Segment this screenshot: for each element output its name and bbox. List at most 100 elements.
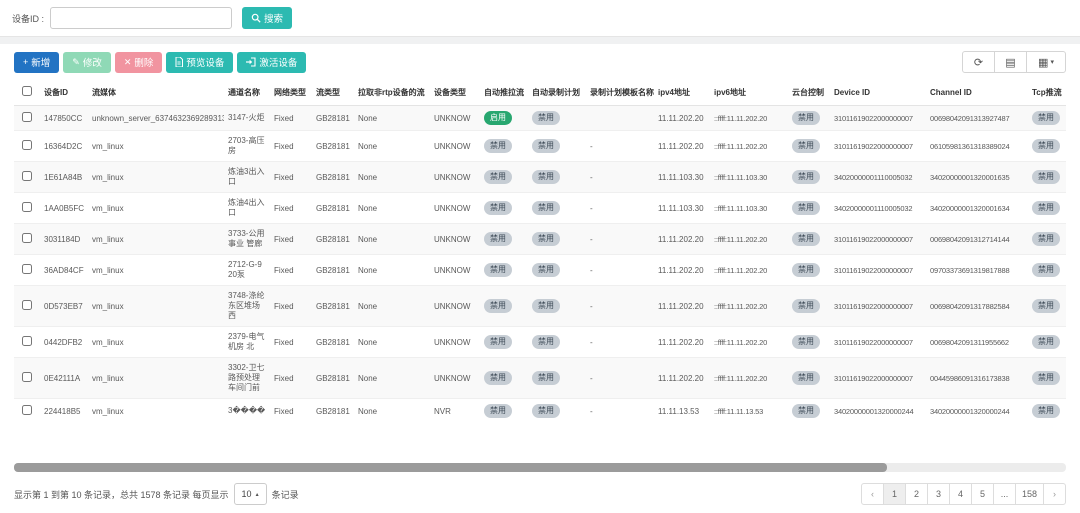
chevron-down-icon: ▾ (1050, 58, 1054, 66)
table-row[interactable]: 224418B5 vm_linux 3���� Fixed GB28181 No… (14, 399, 1066, 424)
cell-ipv4-address: 11.11.202.20 (654, 327, 710, 358)
status-badge: 禁用 (1032, 335, 1060, 349)
cell-device-short-id: 16364D2C (40, 131, 88, 162)
status-badge: 禁用 (532, 335, 560, 349)
cell-stream-type: GB28181 (312, 255, 354, 286)
chevron-up-icon: ▴ (256, 491, 259, 498)
pagination-prev-button[interactable]: ‹ (861, 483, 884, 505)
status-badge: 禁用 (484, 170, 512, 184)
cell-non-rtp-pull: None (354, 399, 430, 424)
sign-in-icon (246, 57, 256, 67)
status-badge: 禁用 (532, 404, 560, 418)
search-button[interactable]: 搜索 (242, 7, 292, 29)
status-badge: 禁用 (484, 139, 512, 153)
columns-button[interactable]: ▦ ▾ (1026, 51, 1066, 73)
table-row[interactable]: 1E61A84B vm_linux 炼油3出入口 Fixed GB28181 N… (14, 162, 1066, 193)
cell-record-template: - (586, 224, 654, 255)
cell-non-rtp-pull: None (354, 131, 430, 162)
table-footer: 显示第 1 到第 10 条记录，总共 1578 条记录 每页显示 10 ▴ 条记… (14, 475, 1066, 513)
status-badge: 禁用 (792, 404, 820, 418)
edit-button[interactable]: ✎ 修改 (63, 52, 111, 73)
table-row[interactable]: 36AD84CF vm_linux 2712-G-920泵 Fixed GB28… (14, 255, 1066, 286)
table-row[interactable]: 0D573EB7 vm_linux 3748-涤纶东区堆场西 Fixed GB2… (14, 286, 1066, 327)
column-header-10: 录制计划模板名称 (586, 79, 654, 106)
horizontal-scrollbar-thumb[interactable] (14, 463, 887, 472)
table-view-controls: ⟳ ▤ ▦ ▾ (962, 51, 1066, 73)
cell-channel-id: 34020000001320001634 (926, 193, 1028, 224)
row-checkbox[interactable] (22, 112, 32, 122)
table-row[interactable]: 0E42111A vm_linux 3302-卫七路预处理车间门前 Fixed … (14, 358, 1066, 399)
status-badge: 禁用 (532, 232, 560, 246)
page-size-value: 10 (242, 489, 252, 499)
cell-device-type: UNKNOW (430, 131, 480, 162)
toggle-view-button[interactable]: ▤ (994, 51, 1027, 73)
cell-media-server: vm_linux (88, 193, 224, 224)
table-row[interactable]: 3031184D vm_linux 3733-公用事业 管廊 Fixed GB2… (14, 224, 1066, 255)
cell-auto-record-status: 禁用 (528, 327, 586, 358)
table-row[interactable]: 0442DFB2 vm_linux 2379-电气机房 北 Fixed GB28… (14, 327, 1066, 358)
cell-device-type: UNKNOW (430, 286, 480, 327)
row-checkbox[interactable] (22, 405, 32, 415)
pagination-page-1[interactable]: 1 (883, 483, 906, 505)
pagination-page-5[interactable]: 5 (971, 483, 994, 505)
status-badge: 禁用 (792, 111, 820, 125)
table-row[interactable]: 147850CC unknown_server_6374632369289313… (14, 106, 1066, 131)
delete-button[interactable]: ✕ 删除 (115, 52, 163, 73)
select-all-checkbox[interactable] (22, 86, 32, 96)
status-badge: 禁用 (1032, 404, 1060, 418)
cell-auto-push-status: 禁用 (480, 399, 528, 424)
cell-device-id: 31011619022000000007 (830, 224, 926, 255)
add-button[interactable]: + 新增 (14, 52, 59, 73)
cell-channel-name: 炼油4出入口 (224, 193, 270, 224)
select-all-header (14, 79, 40, 106)
row-checkbox[interactable] (22, 336, 32, 346)
cell-network-type: Fixed (270, 399, 312, 424)
pagination: ‹12345...158› (861, 483, 1066, 505)
preview-device-button[interactable]: 预览设备 (166, 52, 233, 73)
cell-non-rtp-pull: None (354, 358, 430, 399)
status-badge: 禁用 (484, 299, 512, 313)
cell-non-rtp-pull: None (354, 224, 430, 255)
cell-media-server: vm_linux (88, 255, 224, 286)
cell-non-rtp-pull: None (354, 162, 430, 193)
row-checkbox[interactable] (22, 300, 32, 310)
table-header-row: 设备ID流媒体通道名称网络类型流类型拉取非rtp设备的流设备类型自动推拉流自动录… (14, 79, 1066, 106)
x-icon: ✕ (124, 58, 132, 67)
status-badge: 禁用 (792, 371, 820, 385)
pagination-next-button[interactable]: › (1043, 483, 1066, 505)
activate-device-button[interactable]: 激活设备 (237, 52, 306, 73)
row-checkbox[interactable] (22, 233, 32, 243)
pagination-page-3[interactable]: 3 (927, 483, 950, 505)
status-badge: 禁用 (532, 139, 560, 153)
row-checkbox[interactable] (22, 140, 32, 150)
cell-stream-type: GB28181 (312, 131, 354, 162)
cell-record-template: - (586, 162, 654, 193)
cell-ipv4-address: 11.11.202.20 (654, 224, 710, 255)
row-checkbox[interactable] (22, 372, 32, 382)
cell-device-type: UNKNOW (430, 162, 480, 193)
device-id-input[interactable] (50, 7, 232, 29)
pagination-page-158[interactable]: 158 (1015, 483, 1044, 505)
status-badge: 禁用 (792, 335, 820, 349)
cell-ipv6-address: ::ffff:11.11.202.20 (710, 358, 788, 399)
horizontal-scrollbar-track[interactable] (14, 463, 1066, 472)
cell-channel-id: 00445986091316173838 (926, 358, 1028, 399)
cell-media-server: unknown_server_637463236928931393 (88, 106, 224, 131)
cell-ptz-status: 禁用 (788, 399, 830, 424)
table-row[interactable]: 1AA0B5FC vm_linux 炼油4出入口 Fixed GB28181 N… (14, 193, 1066, 224)
column-header-6: 拉取非rtp设备的流 (354, 79, 430, 106)
cell-tcp-push-status: 禁用 (1028, 327, 1066, 358)
row-checkbox[interactable] (22, 264, 32, 274)
row-checkbox[interactable] (22, 202, 32, 212)
cell-channel-id: 09703373691319817888 (926, 255, 1028, 286)
cell-channel-name: 3���� (224, 399, 270, 424)
table-row[interactable]: 16364D2C vm_linux 2703-高压房 Fixed GB28181… (14, 131, 1066, 162)
refresh-button[interactable]: ⟳ (962, 51, 995, 73)
column-header-7: 设备类型 (430, 79, 480, 106)
cell-device-type: UNKNOW (430, 255, 480, 286)
pagination-page-2[interactable]: 2 (905, 483, 928, 505)
pagination-page-4[interactable]: 4 (949, 483, 972, 505)
page-size-select[interactable]: 10 ▴ (234, 483, 267, 505)
cell-device-short-id: 0442DFB2 (40, 327, 88, 358)
row-checkbox[interactable] (22, 171, 32, 181)
